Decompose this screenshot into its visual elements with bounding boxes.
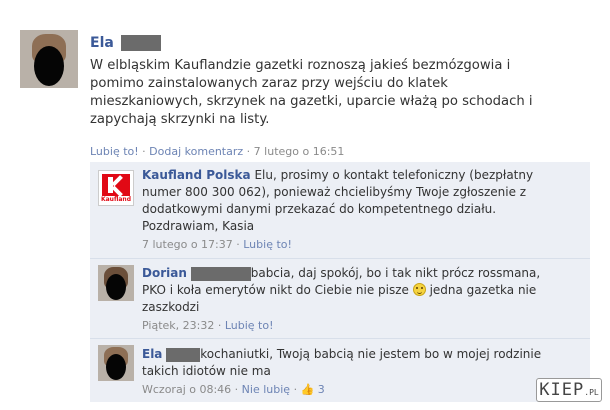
like-link[interactable]: Lubię to! [225,319,274,332]
post-actions: Lubię to! · Dodaj komentarz · 7 lutego o… [90,145,344,158]
comment-body: Ela kochaniutki, Twoją babcią nie jestem… [142,346,552,380]
redacted-surname [121,35,162,51]
comments-section: Kaufland Kaufland Polska Elu, prosimy o … [90,162,590,402]
post-text: W elbląskim Kauflandzie gazetki roznoszą… [90,58,533,127]
comment-actions: Wczoraj o 08:46 · Nie lubię · 👍 3 [142,383,325,396]
add-comment-link[interactable]: Dodaj komentarz [149,145,243,158]
comment-timestamp[interactable]: Wczoraj o 08:46 [142,383,231,396]
logo-word: Kaufland [100,196,132,203]
separator: · [293,383,298,396]
comment-actions: Piątek, 23:32 · Lubię to! [142,319,274,332]
author-avatar[interactable] [20,30,78,88]
commenter-avatar[interactable] [98,345,134,381]
like-link[interactable]: Lubię to! [243,238,292,251]
commenter-avatar[interactable] [98,265,134,301]
kaufland-logo[interactable]: Kaufland [98,170,134,206]
comment-author[interactable]: Kaufland Polska [142,168,251,182]
like-count[interactable]: 3 [318,383,325,396]
watermark-suffix: .PL [584,388,599,397]
comment-item: Kaufland Kaufland Polska Elu, prosimy o … [90,162,590,258]
separator: · [246,145,251,158]
separator: · [217,319,222,332]
separator: · [236,238,240,251]
separator: · [234,383,239,396]
post-author: Ela [90,35,162,51]
redacted-surname [190,266,251,281]
separator: · [142,145,146,158]
comment-author[interactable]: Ela [142,347,162,361]
comment-body: Kaufland Polska Elu, prosimy o kontakt t… [142,167,552,235]
kiep-watermark: KIEP.PL [536,378,602,402]
thumbs-up-icon: 👍 [300,383,315,396]
smiley-icon [412,283,426,296]
comment-timestamp[interactable]: Piątek, 23:32 [142,319,214,332]
comment-actions: 7 lutego o 17:37 · Lubię to! [142,238,292,251]
unlike-link[interactable]: Nie lubię [242,383,290,396]
post-author-name[interactable]: Ela [90,35,114,51]
comment-item: Dorian babcia, daj spokój, bo i tak nikt… [90,258,590,338]
comment-body: Dorian babcia, daj spokój, bo i tak nikt… [142,265,552,316]
comment-author[interactable]: Dorian [142,266,187,280]
post-timestamp[interactable]: 7 lutego o 16:51 [254,145,345,158]
comment-item: Ela kochaniutki, Twoją babcią nie jestem… [90,338,590,402]
watermark-brand: KIEP [539,380,585,400]
like-link[interactable]: Lubię to! [90,145,139,158]
redacted-surname [166,347,201,362]
facebook-post: Ela W elbląskim Kauflandzie gazetki rozn… [0,0,610,410]
comment-timestamp[interactable]: 7 lutego o 17:37 [142,238,233,251]
comment-text: kochaniutki, Twoją babcią nie jestem bo … [142,347,542,378]
